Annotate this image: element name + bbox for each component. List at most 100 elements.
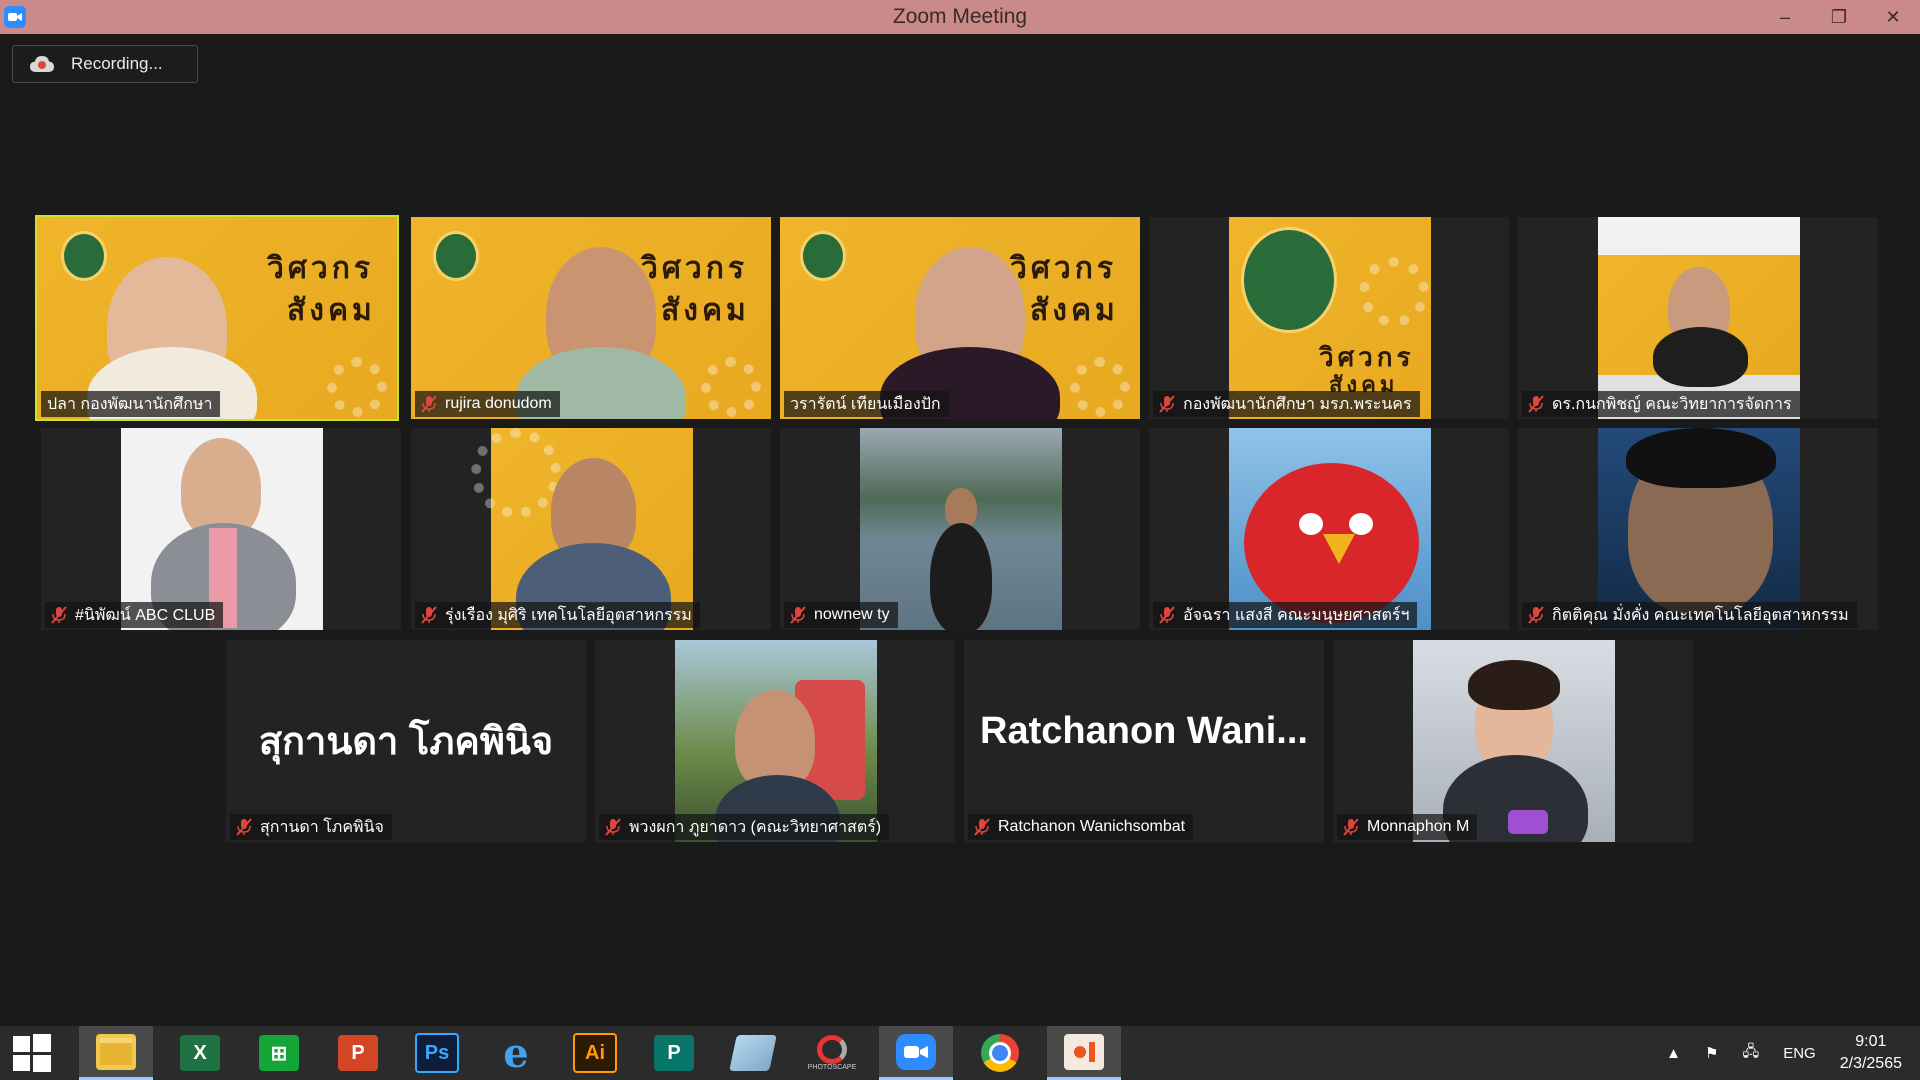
participant-tile[interactable]: อัจฉรา แสงสี คณะมนุษยศาสตร์ฯ (1149, 428, 1509, 630)
powerpoint-icon[interactable]: P (326, 1026, 390, 1080)
participant-name: ปลา กองพัฒนานักศึกษา (47, 395, 213, 413)
participant-avatar-image (860, 428, 1062, 630)
photoshop-icon[interactable]: Ps (405, 1026, 469, 1080)
participant-tile[interactable]: วิศวกร สังคม ปลา กองพัฒนานักศึกษา (35, 215, 399, 421)
participant-tile[interactable]: รุ่งเรือง มุศิริ เทคโนโลยีอุตสาหกรรม (411, 428, 771, 630)
participant-name: รุ่งเรือง มุศิริ เทคโนโลยีอุตสาหกรรม (445, 606, 692, 624)
clock-date: 2/3/2565 (1839, 1055, 1902, 1072)
restore-button[interactable]: ❐ (1812, 0, 1866, 34)
participant-tile[interactable]: พวงผกา ภูยาดาว (คณะวิทยาศาสตร์) (595, 640, 955, 842)
participant-avatar-image (471, 428, 693, 630)
window-titlebar: Zoom Meeting – ❐ ✕ (0, 0, 1920, 34)
participant-tile[interactable]: วิศวกร สังคม วรารัตน์ เทียนเมืองปัก (780, 217, 1140, 419)
system-tray: ▲ ⚑ 🖧 ENG 9:01 2/3/2565 (1666, 1026, 1920, 1080)
participant-name: ดร.กนกพิชญ์ คณะวิทยาการจัดการ (1552, 395, 1792, 413)
participant-name: พวงผกา ภูยาดาว (คณะวิทยาศาสตร์) (629, 818, 882, 836)
banner-subtitle: สังคม (661, 293, 750, 328)
recording-label: Recording... (71, 54, 163, 73)
paint-icon[interactable] (1047, 1026, 1121, 1080)
zoom-app-icon[interactable] (4, 6, 26, 28)
participant-video: วิศวกร สังคม (37, 217, 397, 419)
taskbar-clock[interactable]: 9:01 2/3/2565 (1840, 1031, 1902, 1075)
participant-nameplate: ปลา กองพัฒนานักศึกษา (41, 391, 221, 417)
participant-tile[interactable]: Monnaphon M (1333, 640, 1693, 842)
banner-title: วิศวกร (641, 251, 749, 286)
participant-nameplate: nownew ty (784, 602, 898, 628)
participant-avatar-image (675, 640, 877, 842)
zoom-icon[interactable] (879, 1026, 953, 1080)
participant-avatar-image (1598, 428, 1800, 630)
participant-nameplate: ดร.กนกพิชญ์ คณะวิทยาการจัดการ (1522, 391, 1800, 417)
participant-name: #นิพัฒน์ ABC CLUB (75, 606, 216, 624)
file-explorer-icon[interactable] (79, 1026, 153, 1080)
windows-taskbar: X ⊞ P Ps e Ai P PHOTOSCAPE ▲ ⚑ 🖧 ENG 9:0… (0, 1026, 1920, 1080)
publisher-icon[interactable]: P (642, 1026, 706, 1080)
participant-avatar-image (1229, 428, 1431, 630)
participant-name: วรารัตน์ เทียนเมืองปัก (790, 395, 941, 413)
action-center-flag-icon[interactable]: ⚑ (1705, 1044, 1718, 1062)
participant-name: rujira donudom (445, 395, 552, 412)
close-button[interactable]: ✕ (1866, 0, 1920, 34)
input-language[interactable]: ENG (1783, 1045, 1816, 1062)
banner-title: วิศวกร (1010, 251, 1118, 286)
participant-tile[interactable]: #นิพัฒน์ ABC CLUB (41, 428, 401, 630)
participant-tile[interactable]: nownew ty (780, 428, 1140, 630)
participant-nameplate: อัจฉรา แสงสี คณะมนุษยศาสตร์ฯ (1153, 602, 1418, 628)
participant-nameplate: #นิพัฒน์ ABC CLUB (45, 602, 224, 628)
participant-display-name: Ratchanon Wani... (980, 710, 1308, 752)
muted-mic-icon (421, 395, 437, 413)
clock-time: 9:01 (1855, 1033, 1887, 1050)
muted-mic-icon (236, 818, 252, 836)
participant-tile[interactable]: ดร.กนกพิชญ์ คณะวิทยาการจัดการ (1518, 217, 1878, 419)
muted-mic-icon (605, 818, 621, 836)
participant-tile[interactable]: วิศวกร สังคม กองพัฒนานักศึกษา มรภ.พระนคร (1149, 217, 1509, 419)
participant-avatar-image: วิศวกร สังคม (1229, 217, 1431, 419)
participant-nameplate: พวงผกา ภูยาดาว (คณะวิทยาศาสตร์) (599, 814, 890, 840)
muted-mic-icon (974, 818, 990, 836)
muted-mic-icon (1159, 606, 1175, 624)
participant-tile[interactable]: สุกานดา โภคพินิจ สุกานดา โภคพินิจ (226, 640, 586, 842)
participant-avatar-image (1413, 640, 1615, 842)
participant-avatar-image (1598, 217, 1800, 419)
participant-avatar-image (121, 428, 323, 630)
participant-video: วิศวกร สังคม (780, 217, 1140, 419)
muted-mic-icon (1528, 606, 1544, 624)
store-icon[interactable]: ⊞ (247, 1026, 311, 1080)
illustrator-icon[interactable]: Ai (563, 1026, 627, 1080)
participant-name: Ratchanon Wanichsombat (998, 818, 1186, 835)
participant-tile[interactable]: Ratchanon Wani... Ratchanon Wanichsombat (964, 640, 1324, 842)
participant-nameplate: กิตติคุณ มั่งคั่ง คณะเทคโนโลยีอุตสาหกรรม (1522, 602, 1857, 628)
windows-start-icon[interactable] (0, 1026, 64, 1080)
network-icon[interactable]: 🖧 (1742, 1041, 1759, 1066)
minimize-button[interactable]: – (1758, 0, 1812, 34)
window-title: Zoom Meeting (892, 5, 1028, 28)
participant-nameplate: Monnaphon M (1337, 814, 1478, 840)
participant-tile[interactable]: กิตติคุณ มั่งคั่ง คณะเทคโนโลยีอุตสาหกรรม (1518, 428, 1878, 630)
recording-indicator[interactable]: Recording... (12, 45, 198, 83)
participant-nameplate: วรารัตน์ เทียนเมืองปัก (784, 391, 949, 417)
banner-subtitle: สังคม (1030, 293, 1119, 328)
muted-mic-icon (51, 606, 67, 624)
show-hidden-icons-icon[interactable]: ▲ (1666, 1045, 1681, 1062)
notes-icon[interactable] (721, 1026, 785, 1080)
participant-name: Monnaphon M (1367, 818, 1470, 835)
participant-name: กองพัฒนานักศึกษา มรภ.พระนคร (1183, 395, 1412, 413)
participant-nameplate: รุ่งเรือง มุศิริ เทคโนโลยีอุตสาหกรรม (415, 602, 700, 628)
muted-mic-icon (1343, 818, 1359, 836)
internet-explorer-icon[interactable]: e (484, 1026, 548, 1080)
participant-name: กิตติคุณ มั่งคั่ง คณะเทคโนโลยีอุตสาหกรรม (1552, 606, 1849, 624)
chrome-icon[interactable] (968, 1026, 1032, 1080)
excel-icon[interactable]: X (168, 1026, 232, 1080)
muted-mic-icon (790, 606, 806, 624)
participant-tile[interactable]: วิศวกร สังคม rujira donudom (411, 217, 771, 419)
photoscape-icon[interactable]: PHOTOSCAPE (800, 1026, 864, 1080)
participant-display-name: สุกานดา โภคพินิจ (258, 721, 554, 763)
participant-name: nownew ty (814, 606, 890, 623)
cloud-recording-icon (30, 56, 54, 72)
muted-mic-icon (421, 606, 437, 624)
banner-title: วิศวกร (267, 251, 375, 286)
participant-nameplate: สุกานดา โภคพินิจ (230, 814, 392, 840)
banner-subtitle: สังคม (287, 293, 376, 328)
participant-name: อัจฉรา แสงสี คณะมนุษยศาสตร์ฯ (1183, 606, 1410, 624)
muted-mic-icon (1528, 395, 1544, 413)
